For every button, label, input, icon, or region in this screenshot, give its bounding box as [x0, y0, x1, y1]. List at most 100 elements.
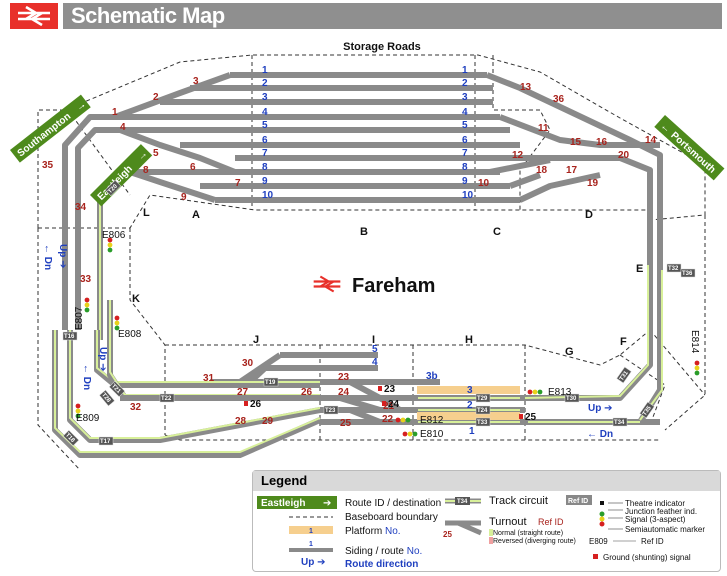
ground-signal-23[interactable]: 23	[378, 384, 396, 395]
track-circuit-t34[interactable]: T34	[612, 417, 628, 427]
turnout-26[interactable]: 26	[301, 387, 313, 398]
track-circuit-t19[interactable]: T19	[263, 377, 279, 387]
svg-text:T16: T16	[64, 334, 75, 340]
track-circuit-t17[interactable]: T17	[98, 436, 114, 446]
svg-text:25: 25	[443, 530, 452, 539]
turnout-6[interactable]: 6	[190, 162, 196, 173]
signal-label: E807	[74, 306, 85, 330]
baseboard-e: E	[636, 263, 643, 275]
turnout-7[interactable]: 7	[235, 178, 241, 189]
up-direction-left: Up ➔	[57, 244, 68, 269]
turnout-24[interactable]: 24	[338, 387, 350, 398]
svg-text:T19: T19	[265, 380, 276, 386]
svg-text:Portsmouth: Portsmouth	[668, 130, 717, 176]
turnout-15[interactable]: 15	[570, 137, 582, 148]
svg-text:26: 26	[250, 399, 262, 410]
track-circuit-t16[interactable]: T16	[62, 331, 78, 341]
platform-2-label: 2	[467, 400, 473, 411]
turnout-33[interactable]: 33	[80, 274, 92, 285]
turnout-8[interactable]: 8	[143, 165, 149, 176]
turnout-17[interactable]: 17	[566, 165, 578, 176]
turnout-4[interactable]: 4	[120, 122, 126, 133]
turnout-1[interactable]: 1	[112, 107, 118, 118]
legend: Legend Eastleigh ➔ Route ID / destinatio…	[252, 470, 721, 572]
turnout-28[interactable]: 28	[235, 416, 247, 427]
turnout-20[interactable]: 20	[618, 150, 630, 161]
signal-e806[interactable]: E806	[102, 230, 126, 253]
track-circuit-t23[interactable]: T23	[323, 405, 339, 415]
turnout-2[interactable]: 2	[153, 92, 159, 103]
svg-text:23: 23	[384, 384, 396, 395]
turnout-22[interactable]: 22	[382, 414, 394, 425]
turnout-32[interactable]: 32	[130, 402, 142, 413]
storage-road-5-left: 5	[262, 120, 268, 131]
svg-text:Eastleigh: Eastleigh	[261, 498, 305, 509]
track-circuit-t33[interactable]: T33	[475, 417, 491, 427]
signal-label: E812	[420, 415, 444, 426]
storage-road-10-right: 10	[462, 190, 474, 201]
turnout-18[interactable]: 18	[536, 165, 548, 176]
baseboard-f: F	[620, 336, 627, 348]
track-circuit-t28[interactable]: T28	[99, 389, 115, 407]
signal-label: E810	[420, 429, 444, 440]
storage-road-7-left: 7	[262, 148, 268, 159]
svg-text:Reversed (diverging route): Reversed (diverging route)	[493, 538, 576, 545]
turnout-19[interactable]: 19	[587, 178, 599, 189]
signal-e808[interactable]: E808	[114, 315, 142, 340]
storage-road-6-right: 6	[462, 135, 468, 146]
storage-road-9-left: 9	[262, 176, 268, 187]
turnout-9[interactable]: 9	[181, 192, 187, 203]
storage-road-10-left: 10	[262, 190, 274, 201]
svg-text:T34: T34	[457, 499, 468, 505]
turnout-23[interactable]: 23	[338, 372, 350, 383]
turnout-13[interactable]: 13	[520, 82, 532, 93]
turnout-31[interactable]: 31	[203, 373, 215, 384]
svg-text:Platform No.: Platform No.	[345, 526, 401, 537]
turnout-14[interactable]: 14	[645, 135, 657, 146]
double-arrow-icon	[313, 275, 341, 293]
signal-e810[interactable]: E810	[402, 429, 444, 440]
svg-text:Siding / route No.: Siding / route No.	[345, 546, 422, 557]
turnout-10[interactable]: 10	[478, 178, 490, 189]
turnout-11[interactable]: 11	[538, 123, 549, 134]
signal-e814[interactable]: E814	[689, 330, 700, 376]
turnout-30[interactable]: 30	[242, 358, 254, 369]
svg-text:Ref ID: Ref ID	[641, 537, 664, 546]
svg-text:25: 25	[525, 412, 537, 423]
storage-road-1-right: 1	[462, 65, 468, 76]
up-direction-left2: Up ➔	[97, 347, 108, 372]
turnout-5[interactable]: 5	[153, 148, 159, 159]
turnout-34[interactable]: 34	[75, 202, 87, 213]
signal-e809[interactable]: E809	[75, 403, 100, 424]
track-circuit-t29[interactable]: T29	[475, 393, 491, 403]
svg-text:Baseboard boundary: Baseboard boundary	[345, 512, 438, 523]
svg-text:Normal (straight route): Normal (straight route)	[493, 530, 563, 537]
turnout-25[interactable]: 25	[340, 418, 352, 429]
svg-text:T33: T33	[477, 420, 488, 426]
signal-label: E814	[689, 330, 700, 354]
svg-text:Ref ID: Ref ID	[568, 498, 588, 505]
track-circuit-t31[interactable]: T31	[616, 366, 632, 384]
baseboard-d: D	[585, 209, 593, 221]
signal-label: E813	[548, 387, 572, 398]
svg-text:T23: T23	[325, 408, 336, 414]
dn-direction-left: ← Dn	[42, 244, 53, 270]
turnout-12[interactable]: 12	[512, 150, 524, 161]
turnout-36[interactable]: 36	[553, 94, 565, 105]
baseboard-j: J	[253, 334, 259, 346]
turnout-3[interactable]: 3	[193, 76, 199, 87]
track-circuit-t32[interactable]: T32	[666, 263, 682, 273]
turnout-29[interactable]: 29	[262, 416, 274, 427]
storage-road-4-left: 4	[262, 107, 268, 118]
svg-text:T34: T34	[614, 420, 625, 426]
track-circuit-t24[interactable]: T24	[475, 405, 491, 415]
turnout-16[interactable]: 16	[596, 137, 608, 148]
route-tag-portsmouth[interactable]: ← Portsmouth	[654, 115, 725, 181]
dn-direction-left2: ← Dn	[81, 364, 92, 390]
turnout-27[interactable]: 27	[237, 387, 249, 398]
turnout-35[interactable]: 35	[42, 160, 54, 171]
track-circuit-t22[interactable]: T22	[159, 393, 175, 403]
storage-road-8-left: 8	[262, 162, 268, 173]
track-circuit-t36[interactable]: T36	[680, 268, 696, 278]
ground-signal-icon	[593, 554, 598, 559]
